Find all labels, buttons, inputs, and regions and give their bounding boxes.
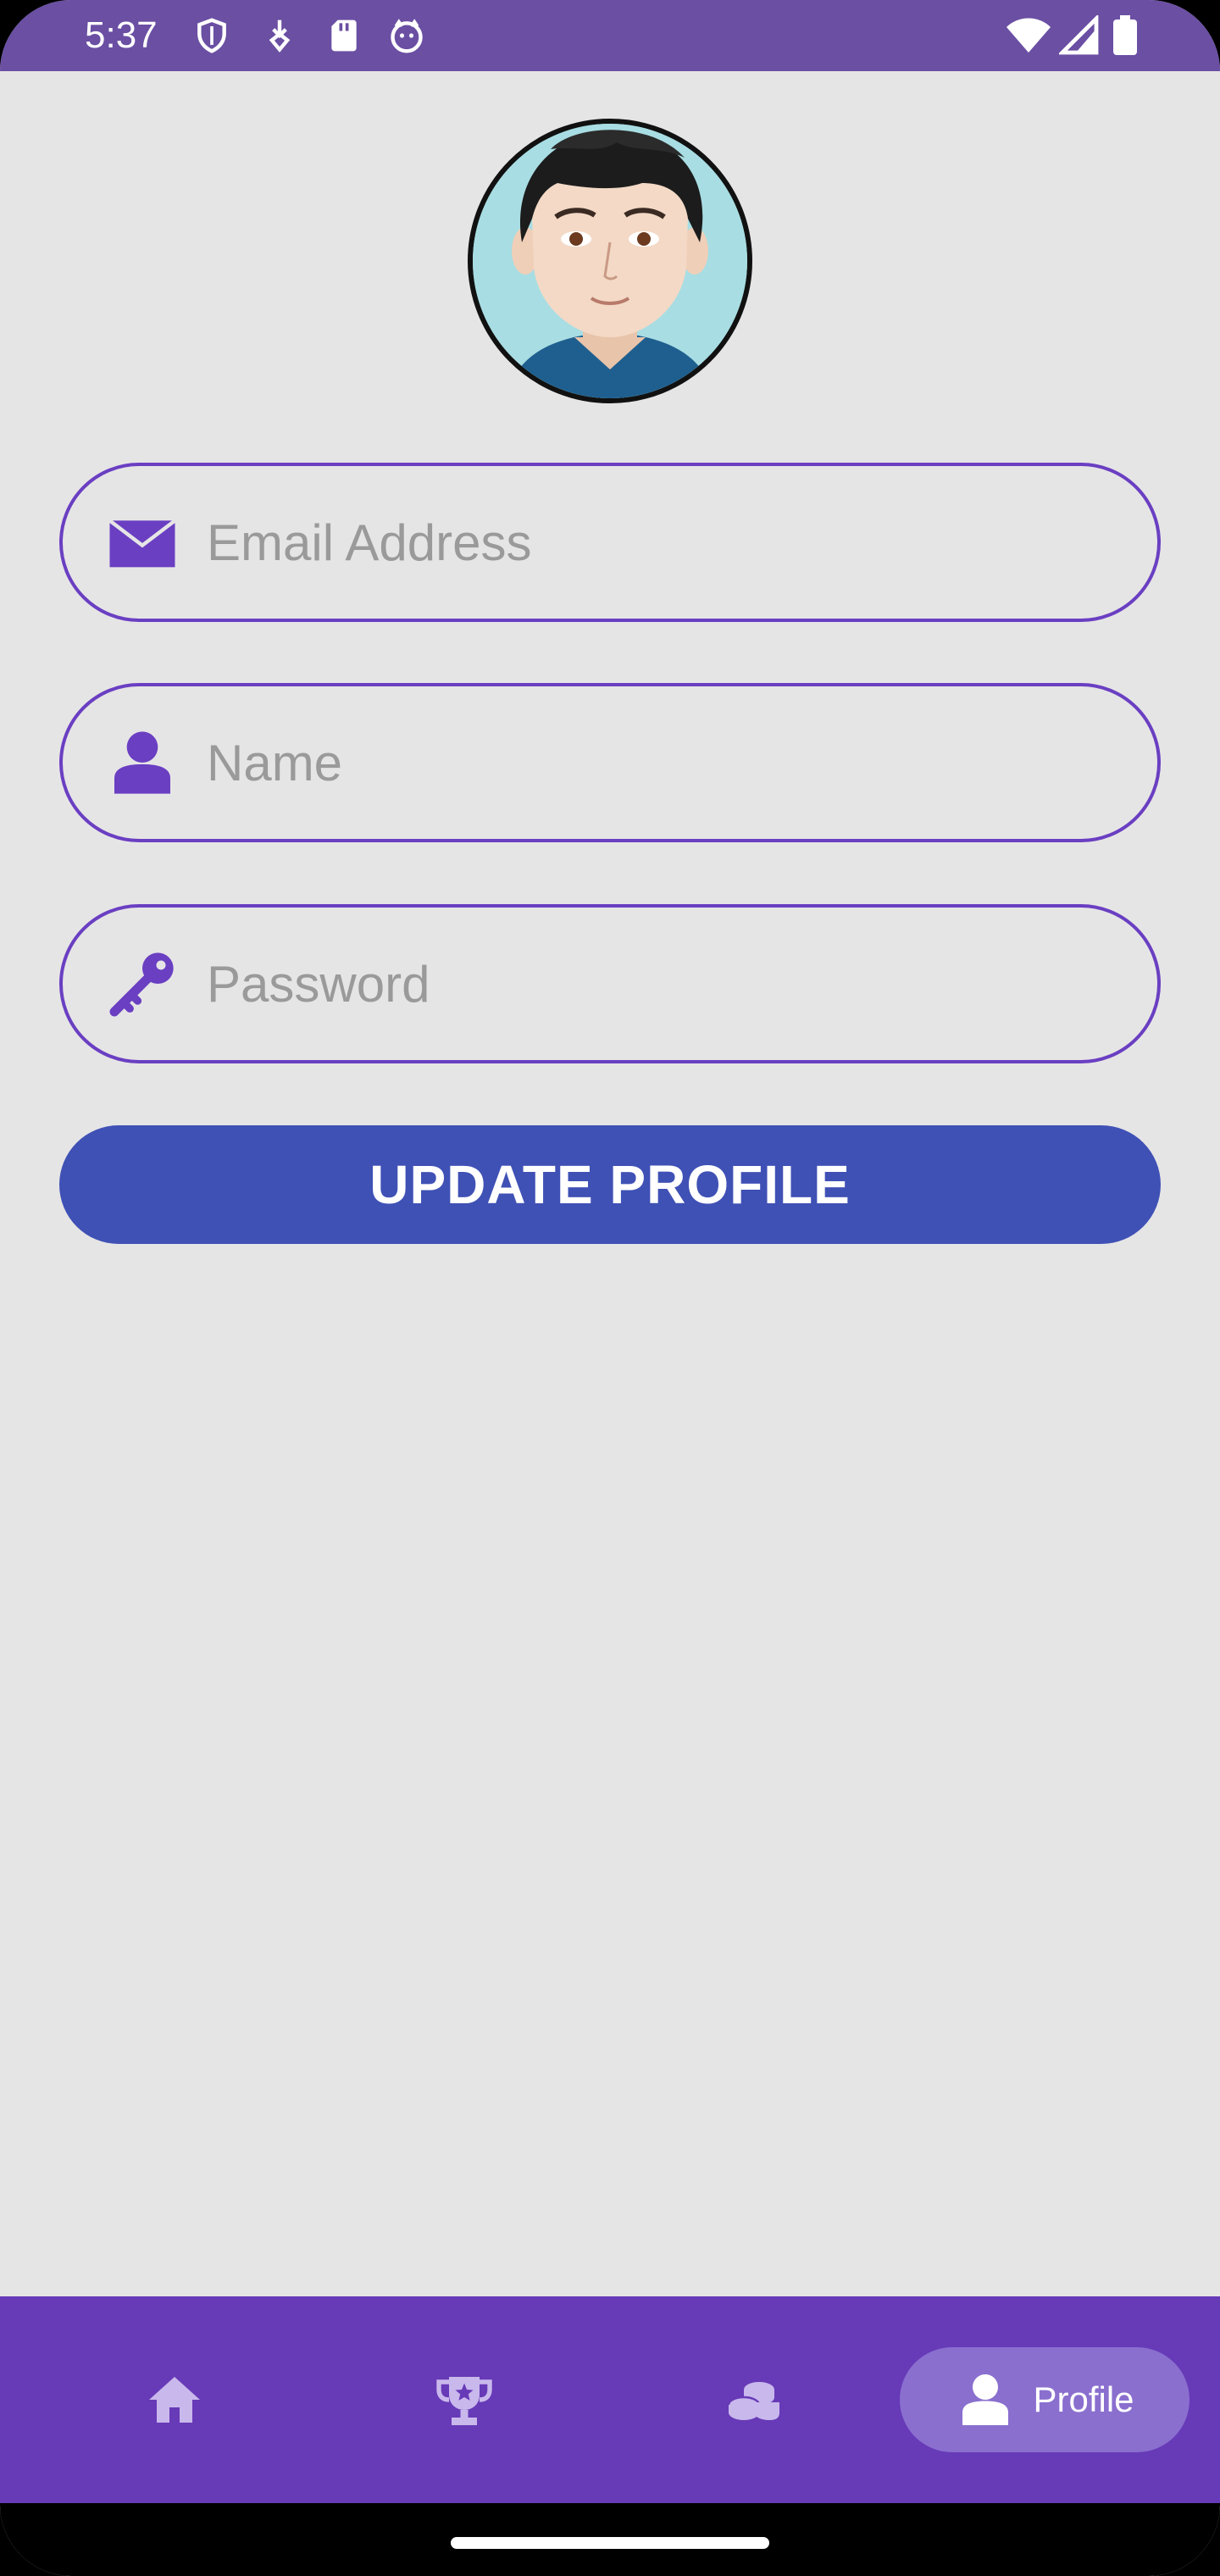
usb-debug-icon [269, 19, 291, 53]
key-icon [109, 952, 174, 1017]
person-icon [114, 731, 170, 794]
cartoon-man-avatar [473, 124, 747, 398]
password-input[interactable] [207, 908, 1122, 1060]
gesture-navigation-bar [0, 2503, 1220, 2576]
status-bar: 5:37 [0, 0, 1220, 71]
name-input[interactable] [207, 686, 1122, 839]
update-profile-button[interactable]: UPDATE PROFILE [59, 1125, 1161, 1244]
nav-item-trophy[interactable] [408, 2347, 520, 2452]
home-gesture-handle[interactable] [451, 2537, 769, 2549]
battery-icon [1113, 15, 1137, 55]
email-input[interactable] [207, 466, 1122, 619]
email-field[interactable] [59, 463, 1161, 622]
home-icon [149, 2377, 200, 2423]
envelope-icon [108, 519, 176, 568]
coins-icon [727, 2382, 779, 2420]
trophy-icon [436, 2377, 492, 2425]
nav-item-home[interactable] [119, 2347, 230, 2452]
bottom-navigation: Profile [0, 2296, 1220, 2503]
password-field[interactable] [59, 904, 1161, 1063]
sd-card-icon [331, 19, 357, 52]
cellular-signal-icon [1059, 15, 1099, 55]
name-field[interactable] [59, 683, 1161, 842]
cat-face-icon [391, 19, 423, 53]
status-time: 5:37 [85, 14, 158, 56]
person-icon [962, 2374, 1009, 2425]
shield-icon [197, 18, 226, 53]
avatar[interactable] [468, 119, 752, 403]
app-screen: 5:37 Email Address Name UPDATE PROFILE P… [0, 0, 1220, 2576]
nav-item-coins[interactable] [698, 2347, 810, 2452]
wifi-icon [1006, 18, 1051, 53]
nav-label-profile: Profile [1033, 2379, 1134, 2419]
nav-item-profile[interactable]: Profile [900, 2347, 1190, 2452]
